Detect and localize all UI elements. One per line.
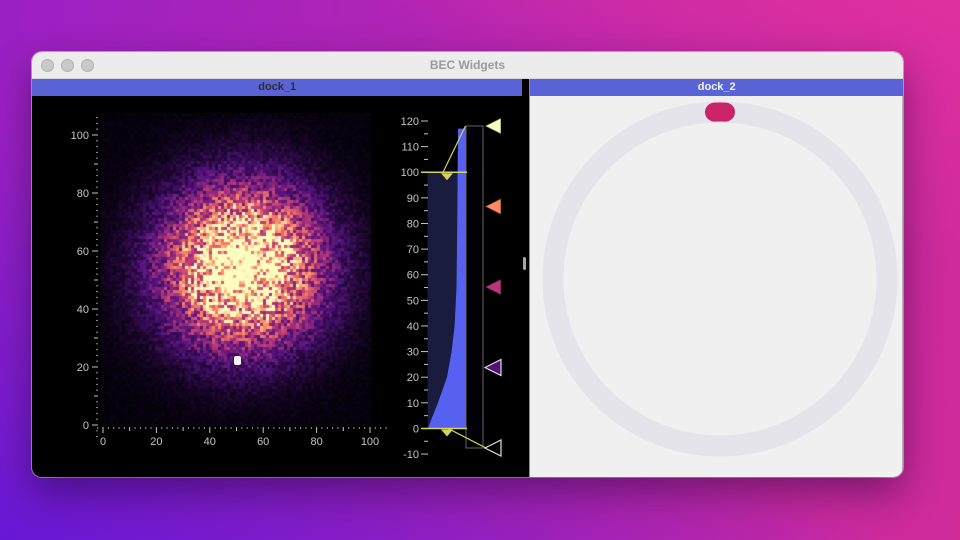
svg-text:10: 10 [407, 398, 419, 410]
svg-text:100: 100 [361, 436, 379, 448]
svg-text:40: 40 [77, 304, 89, 316]
window-titlebar[interactable]: BEC Widgets [32, 52, 903, 79]
dock-2: dock_2 [530, 79, 903, 477]
svg-text:50: 50 [407, 295, 419, 307]
dock-1: dock_1 0 20 40 60 80 100 0 20 40 60 80 100 -10 0 10 20 3… [32, 79, 522, 477]
svg-text:30: 30 [407, 347, 419, 359]
svg-text:70: 70 [407, 244, 419, 256]
dock-1-title[interactable]: dock_1 [32, 79, 522, 96]
mouse-cursor-dot [234, 356, 241, 365]
svg-text:0: 0 [83, 420, 89, 432]
ring-progress-chart [530, 96, 901, 476]
svg-text:40: 40 [407, 321, 419, 333]
svg-text:60: 60 [407, 270, 419, 282]
svg-text:120: 120 [401, 116, 419, 128]
svg-text:80: 80 [407, 218, 419, 230]
plot-axes-and-colorbar[interactable]: 0 20 40 60 80 100 0 20 40 60 80 100 -10 0 10 20 30 40 50 60… [32, 96, 523, 477]
desktop: { "window": { "title": "BEC Widgets", "t… [0, 0, 960, 540]
svg-text:0: 0 [100, 436, 106, 448]
svg-text:20: 20 [407, 372, 419, 384]
dock-area: dock_1 0 20 40 60 80 100 0 20 40 60 80 100 -10 0 10 20 3… [32, 79, 903, 477]
svg-text:-10: -10 [403, 449, 419, 461]
svg-text:60: 60 [77, 246, 89, 258]
svg-text:100: 100 [71, 130, 89, 142]
svg-text:60: 60 [257, 436, 269, 448]
dock-splitter[interactable] [522, 79, 530, 477]
ring-progress-widget [530, 96, 903, 477]
svg-text:80: 80 [310, 436, 322, 448]
svg-text:110: 110 [401, 142, 419, 154]
svg-text:0: 0 [413, 423, 419, 435]
window-title: BEC Widgets [32, 58, 903, 72]
splitter-grip-icon [523, 257, 526, 270]
svg-text:40: 40 [204, 436, 216, 448]
svg-text:90: 90 [407, 193, 419, 205]
svg-text:80: 80 [77, 188, 89, 200]
dock-2-title[interactable]: dock_2 [530, 79, 903, 96]
image-plot[interactable]: 0 20 40 60 80 100 0 20 40 60 80 100 -10 0 10 20 30 40 50 60… [32, 96, 522, 477]
app-window: BEC Widgets dock_1 020406080100020406080… [32, 52, 903, 477]
svg-text:20: 20 [77, 362, 89, 374]
svg-text:100: 100 [401, 167, 419, 179]
svg-text:20: 20 [150, 436, 162, 448]
